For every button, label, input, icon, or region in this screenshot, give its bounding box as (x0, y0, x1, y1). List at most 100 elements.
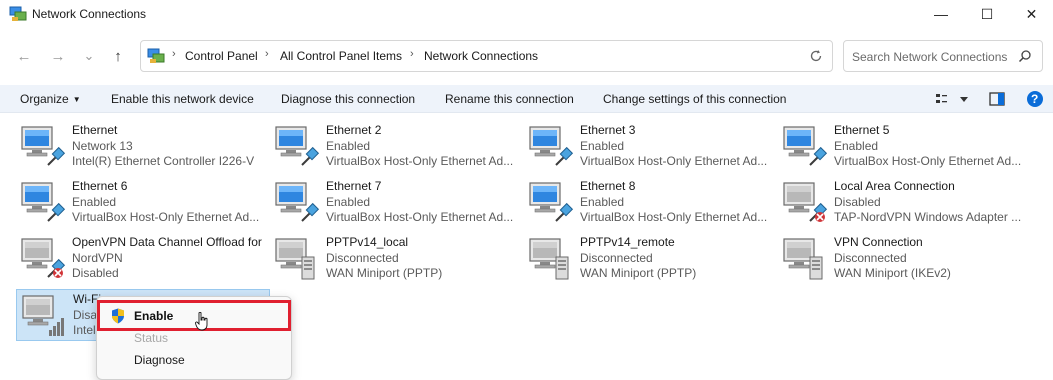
menu-item-diagnose[interactable]: Diagnose (101, 349, 287, 371)
connection-name: Ethernet 8 (580, 179, 636, 193)
help-label: ? (1031, 92, 1039, 106)
connection-name: Ethernet 6 (72, 179, 128, 193)
connection-name: Ethernet 7 (326, 179, 382, 193)
connection-text: PPTPv14_local Disconnected WAN Miniport (P… (326, 235, 522, 282)
organize-label: Organize (20, 92, 69, 106)
breadcrumb-control-panel[interactable]: Control Panel (185, 49, 258, 63)
back-button[interactable]: ← (12, 44, 36, 68)
close-button[interactable]: ✕ (1010, 0, 1053, 28)
connection-status: Disconnected (326, 250, 399, 265)
network-adapter-icon (272, 125, 320, 169)
connection-text: Ethernet 7 Enabled VirtualBox Host-Only Et… (326, 179, 522, 226)
organize-button[interactable]: Organize ▼ (20, 92, 81, 106)
connection-status: Enabled (580, 138, 625, 153)
network-adapter-icon (18, 181, 66, 225)
connection-item[interactable]: PPTPv14_local Disconnected WAN Miniport (P… (270, 233, 524, 285)
enable-device-button[interactable]: Enable this network device (111, 92, 254, 106)
connection-item[interactable]: OpenVPN Data Channel Offload for NordVPN D… (16, 233, 270, 285)
minimize-button[interactable]: — (918, 0, 964, 28)
connection-status: Enabled (72, 194, 117, 209)
network-adapter-icon (18, 125, 66, 169)
connection-status: Enabled (834, 138, 879, 153)
preview-pane-icon (989, 92, 1005, 106)
network-adapter-icon (526, 181, 574, 225)
connection-item[interactable]: Ethernet 2 Enabled VirtualBox Host-Only Et… (270, 121, 524, 173)
connection-name: Local Area Connection (834, 179, 955, 193)
connection-item[interactable]: Ethernet Network 13 Intel(R) Ethernet Cont… (16, 121, 270, 173)
connection-item[interactable]: Local Area Connection Disabled TAP-NordVPN… (778, 177, 1032, 229)
network-connections-app-icon (9, 6, 27, 21)
connection-text: OpenVPN Data Channel Offload for NordVPN D… (72, 235, 268, 282)
connection-text: Ethernet 5 Enabled VirtualBox Host-Only Et… (834, 123, 1030, 170)
recent-locations-button[interactable]: ⌄ (77, 44, 101, 68)
connection-name: Ethernet 5 (834, 123, 890, 137)
connection-item[interactable]: PPTPv14_remote Disconnected WAN Miniport (… (524, 233, 778, 285)
connection-device: VirtualBox Host-Only Ethernet Ad... (72, 210, 260, 224)
close-icon: ✕ (1025, 5, 1038, 22)
connection-item[interactable]: VPN Connection Disconnected WAN Miniport (… (778, 233, 1032, 285)
connection-status: Disconnected (580, 250, 653, 265)
address-bar[interactable]: › Control Panel › All Control Panel Item… (140, 40, 833, 72)
connection-item[interactable]: Ethernet 3 Enabled VirtualBox Host-Only Et… (524, 121, 778, 173)
title-bar: Network Connections — ☐ ✕ (0, 0, 1053, 28)
menu-item-status-label: Status (134, 331, 169, 345)
breadcrumb-network-connections[interactable]: Network Connections (424, 49, 538, 63)
caret-down-icon: ▼ (72, 95, 81, 104)
connection-text: PPTPv14_remote Disconnected WAN Miniport (… (580, 235, 776, 282)
forward-arrow-icon: → (50, 47, 66, 65)
maximize-button[interactable]: ☐ (964, 0, 1010, 28)
connection-device: TAP-NordVPN Windows Adapter ... (834, 210, 1022, 224)
view-options-button[interactable] (934, 90, 970, 108)
connection-device: VirtualBox Host-Only Ethernet Ad... (580, 154, 768, 168)
connection-device: VirtualBox Host-Only Ethernet Ad... (834, 154, 1022, 168)
connection-device: VirtualBox Host-Only Ethernet Ad... (326, 154, 514, 168)
connection-item[interactable]: Ethernet 6 Enabled VirtualBox Host-Only Et… (16, 177, 270, 229)
breadcrumb-all-items[interactable]: All Control Panel Items (280, 49, 402, 63)
connection-device: WAN Miniport (PPTP) (326, 266, 443, 280)
command-bar: Organize ▼ Enable this network device Dia… (0, 85, 1053, 113)
connection-status: Disabled (834, 194, 881, 209)
search-box[interactable]: Search Network Connections (843, 40, 1043, 72)
chevron-down-icon: ⌄ (83, 48, 95, 63)
connection-text: VPN Connection Disconnected WAN Miniport (… (834, 235, 1030, 282)
connection-item[interactable]: Ethernet 5 Enabled VirtualBox Host-Only Et… (778, 121, 1032, 173)
connection-text: Ethernet 6 Enabled VirtualBox Host-Only Et… (72, 179, 268, 226)
connection-device: Intel(R) Ethernet Controller I226-V (72, 154, 255, 168)
connection-status: Network 13 (72, 138, 133, 153)
connection-status: Enabled (326, 138, 371, 153)
connection-item[interactable]: Ethernet 7 Enabled VirtualBox Host-Only Et… (270, 177, 524, 229)
control-panel-icon (147, 48, 165, 63)
connection-status: Enabled (326, 194, 371, 209)
vpn-connection-icon (780, 237, 828, 281)
up-arrow-icon: ↑ (114, 47, 122, 65)
connection-device: WAN Miniport (IKEv2) (834, 266, 951, 280)
wifi-adapter-icon (19, 294, 67, 338)
forward-button[interactable]: → (46, 44, 70, 68)
view-list-icon (936, 94, 968, 103)
connection-name: Ethernet 3 (580, 123, 636, 137)
up-button[interactable]: ↑ (106, 44, 130, 68)
help-button[interactable]: ? (1026, 90, 1044, 108)
search-icon (1018, 50, 1031, 63)
back-arrow-icon: ← (16, 47, 32, 65)
preview-pane-button[interactable] (989, 90, 1005, 108)
connection-name: PPTPv14_local (326, 235, 409, 249)
maximize-icon: ☐ (980, 5, 994, 22)
vpn-connection-icon (272, 237, 320, 281)
change-settings-button[interactable]: Change settings of this connection (603, 92, 786, 106)
diagnose-connection-button[interactable]: Diagnose this connection (281, 92, 415, 106)
network-adapter-icon (780, 181, 828, 225)
connection-item[interactable]: Ethernet 8 Enabled VirtualBox Host-Only Et… (524, 177, 778, 229)
mouse-cursor-icon (195, 312, 208, 331)
refresh-button[interactable] (806, 46, 826, 66)
connection-text: Local Area Connection Disabled TAP-NordVPN… (834, 179, 1030, 226)
connection-text: Ethernet 3 Enabled VirtualBox Host-Only Et… (580, 123, 776, 170)
connection-status: Enabled (580, 194, 625, 209)
connection-name: Ethernet 2 (326, 123, 382, 137)
search-input[interactable]: Search Network Connections (852, 50, 1007, 64)
connection-name: VPN Connection (834, 235, 923, 249)
connection-status: Disconnected (834, 250, 907, 265)
connection-status: NordVPN (72, 250, 123, 265)
rename-connection-button[interactable]: Rename this connection (445, 92, 574, 106)
connection-device: WAN Miniport (PPTP) (580, 266, 697, 280)
